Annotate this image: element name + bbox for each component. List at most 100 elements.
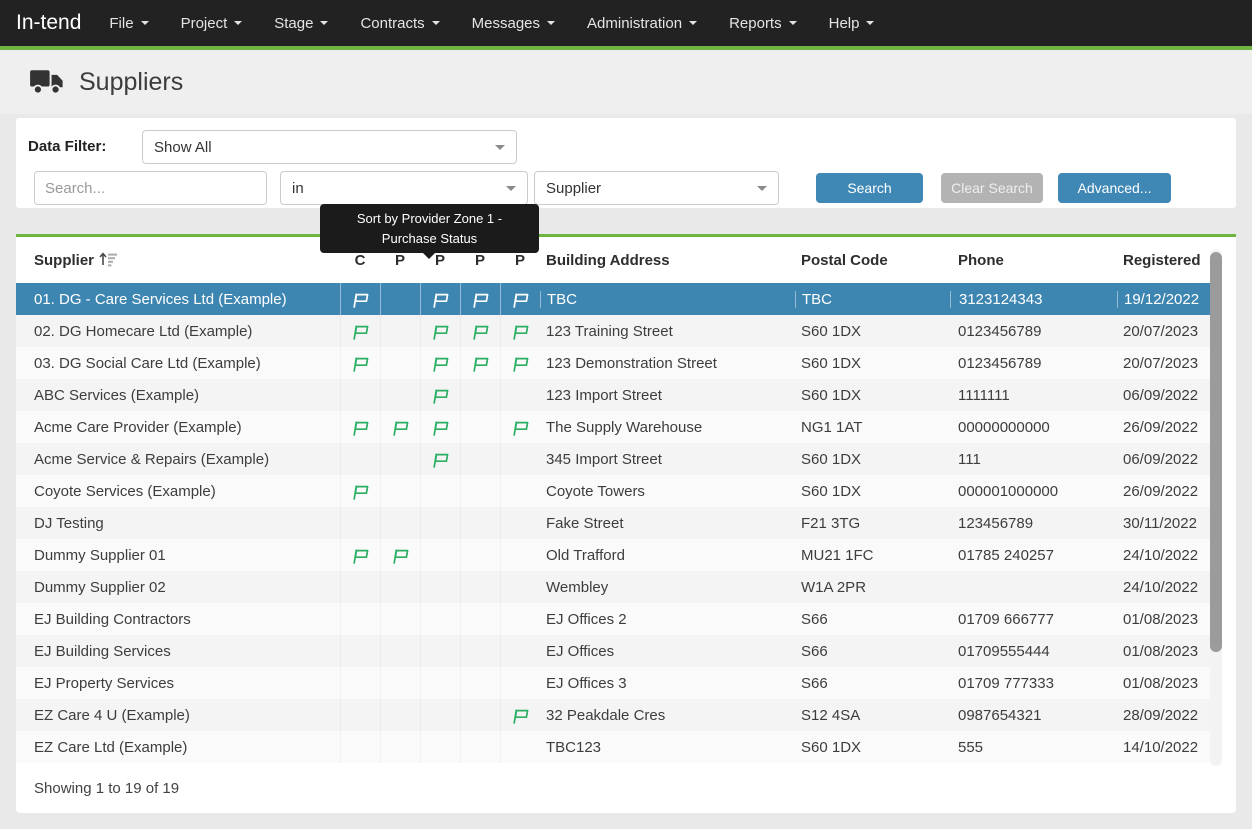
nav-menu-messages[interactable]: Messages	[456, 0, 571, 48]
cell-address: 32 Peakdale Cres	[540, 707, 795, 724]
data-filter-label: Data Filter:	[28, 138, 106, 155]
table-row[interactable]: 03. DG Social Care Ltd (Example)123 Demo…	[16, 347, 1210, 379]
column-header-label: Building Address	[546, 252, 670, 269]
table-row[interactable]: 02. DG Homecare Ltd (Example)123 Trainin…	[16, 315, 1210, 347]
cell-flag-p1	[380, 699, 420, 731]
cell-flag-p2	[420, 667, 460, 699]
cell-postal: S66	[795, 643, 950, 660]
table-row[interactable]: EZ Care Ltd (Example)TBC123S60 1DX55514/…	[16, 731, 1210, 763]
nav-menu-stage[interactable]: Stage	[258, 0, 344, 48]
data-filter-value: Show All	[154, 139, 212, 156]
flag-icon	[471, 355, 490, 372]
table-row[interactable]: Acme Service & Repairs (Example)345 Impo…	[16, 443, 1210, 475]
cell-flag-p4	[500, 443, 540, 475]
data-filter-select[interactable]: Show All	[142, 130, 517, 164]
column-header-label: P	[395, 252, 405, 269]
cell-supplier: Acme Service & Repairs (Example)	[16, 451, 340, 468]
caret-down-icon	[432, 21, 440, 25]
table-row[interactable]: DJ TestingFake StreetF21 3TG12345678930/…	[16, 507, 1210, 539]
cell-flag-p1	[380, 635, 420, 667]
nav-menu-project[interactable]: Project	[165, 0, 259, 48]
column-header-registered[interactable]: Registered	[1117, 252, 1210, 269]
table-scrollbar-thumb[interactable]	[1210, 252, 1222, 652]
nav-menu-reports[interactable]: Reports	[713, 0, 813, 48]
cell-postal: S60 1DX	[795, 483, 950, 500]
cell-address: The Supply Warehouse	[540, 419, 795, 436]
nav-menu-label: Project	[181, 15, 228, 32]
search-field-select[interactable]: Supplier	[534, 171, 779, 205]
advanced-button[interactable]: Advanced...	[1058, 173, 1171, 203]
cell-flag-p3	[460, 379, 500, 411]
nav-menu-label: Reports	[729, 15, 782, 32]
app-brand[interactable]: In-tend	[16, 11, 81, 35]
table-row[interactable]: EZ Care 4 U (Example)32 Peakdale CresS12…	[16, 699, 1210, 731]
nav-menu-contracts[interactable]: Contracts	[344, 0, 455, 48]
cell-supplier: Coyote Services (Example)	[16, 483, 340, 500]
column-header-label: C	[355, 252, 366, 269]
cell-postal: S66	[795, 611, 950, 628]
flag-icon	[351, 547, 370, 564]
column-header-phone[interactable]: Phone	[950, 252, 1117, 269]
nav-menu-administration[interactable]: Administration	[571, 0, 713, 48]
cell-flag-p1	[380, 347, 420, 379]
table-row[interactable]: ABC Services (Example)123 Import StreetS…	[16, 379, 1210, 411]
caret-down-icon	[866, 21, 874, 25]
cell-flag-p3	[460, 475, 500, 507]
column-header-label: Registered	[1123, 252, 1201, 269]
cell-flag-p2	[420, 603, 460, 635]
nav-menu-label: Messages	[472, 15, 540, 32]
cell-flag-p4	[500, 571, 540, 603]
flag-icon	[471, 291, 490, 308]
cell-flag-p3	[460, 347, 500, 379]
cell-flag-p3	[460, 283, 500, 315]
cell-phone: 000001000000	[950, 483, 1117, 500]
cell-address: Coyote Towers	[540, 483, 795, 500]
table-row[interactable]: EJ Building ContractorsEJ Offices 2S6601…	[16, 603, 1210, 635]
truck-icon	[30, 69, 64, 95]
nav-menu-help[interactable]: Help	[813, 0, 891, 48]
cell-registered: 01/08/2023	[1117, 643, 1210, 660]
column-header-building-address[interactable]: Building Address	[540, 252, 795, 269]
table-row[interactable]: 01. DG - Care Services Ltd (Example)TBCT…	[16, 283, 1210, 315]
nav-menu-file[interactable]: File	[93, 0, 164, 48]
table-row[interactable]: Coyote Services (Example) Coyote TowersS6…	[16, 475, 1210, 507]
search-button[interactable]: Search	[816, 173, 923, 203]
cell-supplier: DJ Testing	[16, 515, 340, 532]
cell-flag-p1	[380, 315, 420, 347]
cell-address: Fake Street	[540, 515, 795, 532]
cell-address: 123 Demonstration Street	[540, 355, 795, 372]
cell-flag-p4	[500, 667, 540, 699]
cell-phone: 0123456789	[950, 323, 1117, 340]
cell-flag-p4	[500, 347, 540, 379]
flag-icon	[471, 323, 490, 340]
caret-down-icon	[320, 21, 328, 25]
table-scrollbar-track[interactable]	[1210, 249, 1222, 766]
cell-address: EJ Offices	[540, 643, 795, 660]
cell-flag-p4	[500, 603, 540, 635]
top-navbar: In-tend File Project StageContracts Message…	[0, 0, 1252, 50]
cell-flag-p1	[380, 475, 420, 507]
column-header-supplier[interactable]: Supplier	[16, 251, 340, 269]
cell-flag-p3	[460, 571, 500, 603]
cell-flag-c	[340, 411, 380, 443]
cell-flag-p4	[500, 731, 540, 763]
table-row[interactable]: EJ Building ServicesEJ OfficesS660170955…	[16, 635, 1210, 667]
cell-flag-p3	[460, 635, 500, 667]
search-operator-select[interactable]: in	[280, 171, 528, 205]
table-row[interactable]: Dummy Supplier 02WembleyW1A 2PR24/10/202…	[16, 571, 1210, 603]
cell-flag-c	[340, 347, 380, 379]
search-input[interactable]	[34, 171, 267, 205]
cell-flag-p2	[420, 347, 460, 379]
caret-down-icon	[141, 21, 149, 25]
chevron-down-icon	[506, 186, 516, 191]
table-row[interactable]: EJ Property ServicesEJ Offices 3S6601709…	[16, 667, 1210, 699]
cell-postal: TBC	[795, 291, 950, 308]
cell-flag-p2	[420, 635, 460, 667]
page-title: Suppliers	[79, 68, 183, 97]
cell-flag-p4	[500, 507, 540, 539]
cell-postal: S60 1DX	[795, 739, 950, 756]
table-row[interactable]: Dummy Supplier 01Old TraffordMU21 1FC017…	[16, 539, 1210, 571]
table-row[interactable]: Acme Care Provider (Example)The Supply W…	[16, 411, 1210, 443]
column-header-postal-code[interactable]: Postal Code	[795, 252, 950, 269]
clear-search-button[interactable]: Clear Search	[941, 173, 1043, 203]
